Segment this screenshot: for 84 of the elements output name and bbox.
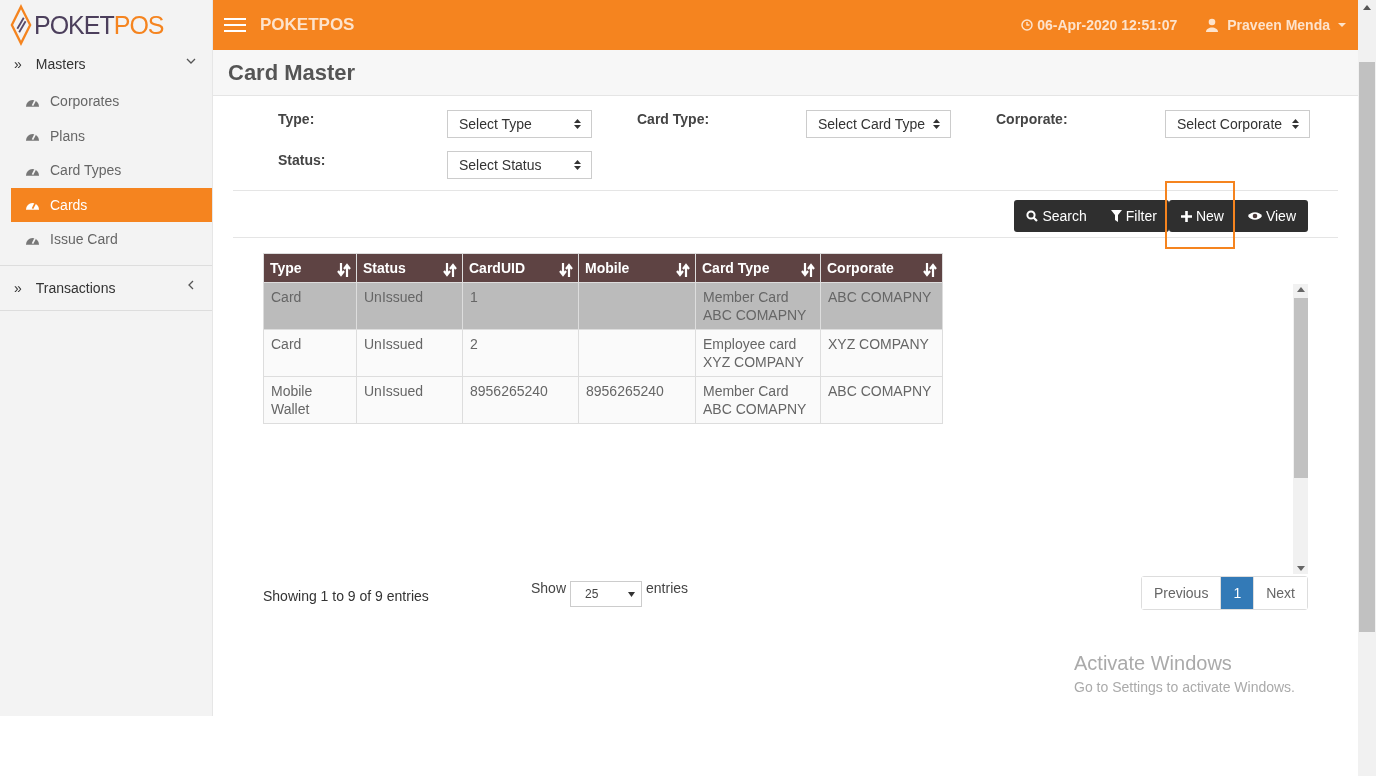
sort-caret-icon [574, 119, 581, 129]
sidebar-item[interactable]: Card Types [11, 153, 212, 188]
page-size-dropdown[interactable]: 25 [570, 581, 643, 607]
double-chevron-icon: » [14, 279, 22, 296]
table-cell: Card [271, 336, 302, 352]
sort-caret-icon [574, 160, 581, 170]
up-arrow-icon[interactable] [1296, 287, 1305, 292]
filter-dropdown[interactable]: Select Type [447, 110, 592, 138]
table-cell: UnIssued [364, 289, 424, 305]
table-cell: XYZ COMPANY [828, 336, 929, 352]
filter-dropdown[interactable]: Select Status [447, 151, 592, 179]
column-header[interactable]: Status [356, 253, 463, 283]
logo-text: POS [113, 10, 164, 40]
chevron-icon [186, 279, 196, 290]
double-chevron-icon: » [14, 56, 22, 72]
search-icon [1026, 210, 1039, 222]
filter-label: Type: [278, 110, 316, 129]
logo-text: POKET [34, 10, 114, 40]
table-cell: UnIssued [364, 383, 424, 399]
plus-icon [1180, 210, 1192, 222]
activation-notice-text: Go to Settings to activate Windows. [1074, 679, 1295, 695]
table-cell: UnIssued [364, 336, 424, 352]
filter-dropdown[interactable]: Select Corporate [1165, 110, 1310, 138]
sidebar-item[interactable]: Issue Card [11, 222, 212, 257]
filter-label: Status: [278, 151, 327, 170]
column-header[interactable]: Corporate [820, 253, 943, 283]
filter-label: Card Type: [636, 110, 711, 129]
column-header[interactable]: Type [263, 253, 357, 283]
table-cell: 1 [470, 289, 478, 305]
table-cell: 2 [470, 336, 478, 352]
table-cell: Card [271, 289, 302, 305]
sort-icon [923, 262, 937, 277]
caret-icon [628, 591, 636, 597]
table-cell: Employee card XYZ COMPANY [703, 336, 804, 370]
table-cell: Member Card ABC COMAPNY [703, 289, 807, 323]
date-time: 06-Apr-2020 12:51:07 [1037, 17, 1178, 33]
activation-notice-title: Activate Windows [1074, 652, 1233, 675]
eye-icon [1247, 211, 1262, 221]
column-header[interactable]: CardUID [462, 253, 579, 283]
table-cell: ABC COMAPNY [828, 289, 932, 305]
sort-icon [676, 262, 690, 277]
diamond-logo-icon [10, 4, 32, 46]
sort-icon [337, 262, 351, 277]
sort-icon [559, 262, 573, 277]
table-cell: Member Card ABC COMAPNY [703, 383, 807, 417]
table-cell: ABC COMAPNY [828, 383, 932, 399]
page-title: Card Master [228, 59, 356, 86]
sidebar-group[interactable]: » Masters [0, 50, 212, 78]
sidebar-item[interactable]: Corporates [11, 84, 212, 119]
filter-icon [1110, 210, 1122, 222]
toolbar-button[interactable]: Search [1014, 200, 1099, 232]
filter-label: Corporate: [995, 110, 1069, 129]
sort-caret-icon [933, 119, 940, 129]
toolbar-button[interactable]: New [1168, 200, 1236, 232]
sidebar-item[interactable]: Plans [11, 118, 212, 153]
sort-icon [801, 262, 815, 277]
table-cell: 8956265240 [586, 383, 664, 399]
up-arrow-icon[interactable] [1363, 5, 1371, 10]
show-label: Show [531, 580, 567, 596]
menu-icon[interactable] [224, 17, 246, 33]
column-header[interactable]: Mobile [578, 253, 696, 283]
entries-label: entries [646, 580, 689, 596]
app-title: POKETPOS [260, 15, 355, 35]
down-arrow-icon[interactable] [1296, 566, 1305, 571]
sidebar-group[interactable]: » Transactions [0, 273, 212, 302]
clock-icon [1021, 19, 1034, 31]
filter-dropdown[interactable]: Select Card Type [806, 110, 951, 138]
toolbar-button[interactable]: View [1235, 200, 1308, 232]
scrollbar[interactable] [1358, 0, 1376, 776]
sort-icon [443, 262, 457, 277]
chevron-icon [186, 56, 196, 66]
table-row[interactable]: Mobile Wallet UnIssued 8956265240 8956265240 Member Card ABC COMAPNY ABC COMAPNY [263, 376, 943, 424]
scrollbar[interactable] [1293, 284, 1308, 574]
pagination-button[interactable]: Next [1253, 577, 1307, 609]
entries-info: Showing 1 to 9 of 9 entries [263, 588, 430, 604]
caret-icon [1338, 22, 1346, 28]
table-cell: 8956265240 [470, 383, 548, 399]
user-icon [1205, 18, 1220, 32]
sort-caret-icon [1292, 119, 1299, 129]
table-row[interactable]: Card UnIssued 2 Employee card XYZ COMPANY XYZ COMPANY [263, 329, 943, 377]
pagination-button[interactable]: 1 [1220, 577, 1254, 609]
column-header[interactable]: Card Type [695, 253, 821, 283]
toolbar-button[interactable]: Filter [1098, 200, 1169, 232]
table-cell: Mobile Wallet [271, 383, 313, 417]
